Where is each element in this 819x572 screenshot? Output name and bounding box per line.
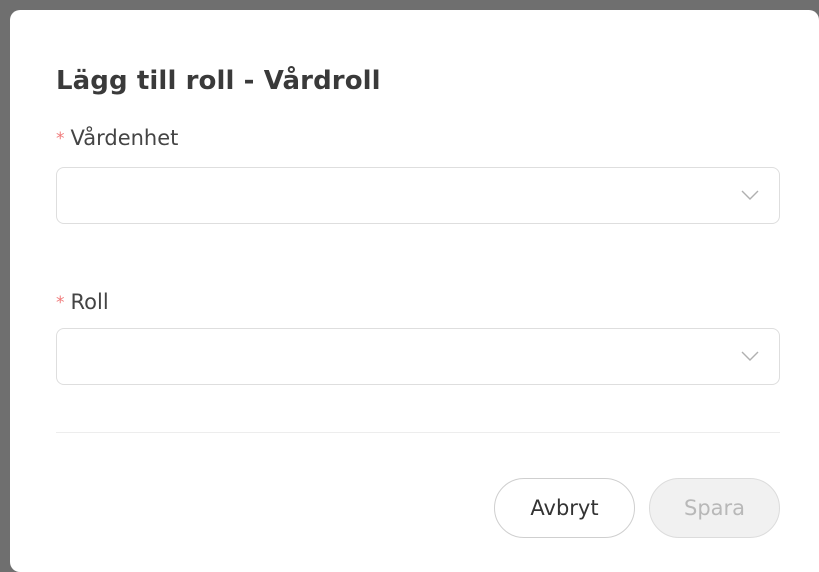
role-label: * Roll <box>56 290 109 314</box>
save-button[interactable]: Spara <box>649 478 780 538</box>
footer-divider <box>56 432 780 433</box>
care-unit-label-text: Vårdenhet <box>70 126 179 150</box>
care-unit-select[interactable] <box>56 167 780 224</box>
cancel-button[interactable]: Avbryt <box>494 478 635 538</box>
chevron-down-icon <box>741 351 759 361</box>
dialog-title: Lägg till roll - Vårdroll <box>56 66 381 96</box>
role-select[interactable] <box>56 328 780 385</box>
required-marker: * <box>56 129 65 149</box>
required-marker: * <box>56 293 65 313</box>
care-unit-label: * Vårdenhet <box>56 126 178 150</box>
add-role-dialog: Lägg till roll - Vårdroll * Vårdenhet * Ro… <box>10 10 819 572</box>
chevron-down-icon <box>741 190 759 200</box>
role-label-text: Roll <box>70 290 109 314</box>
